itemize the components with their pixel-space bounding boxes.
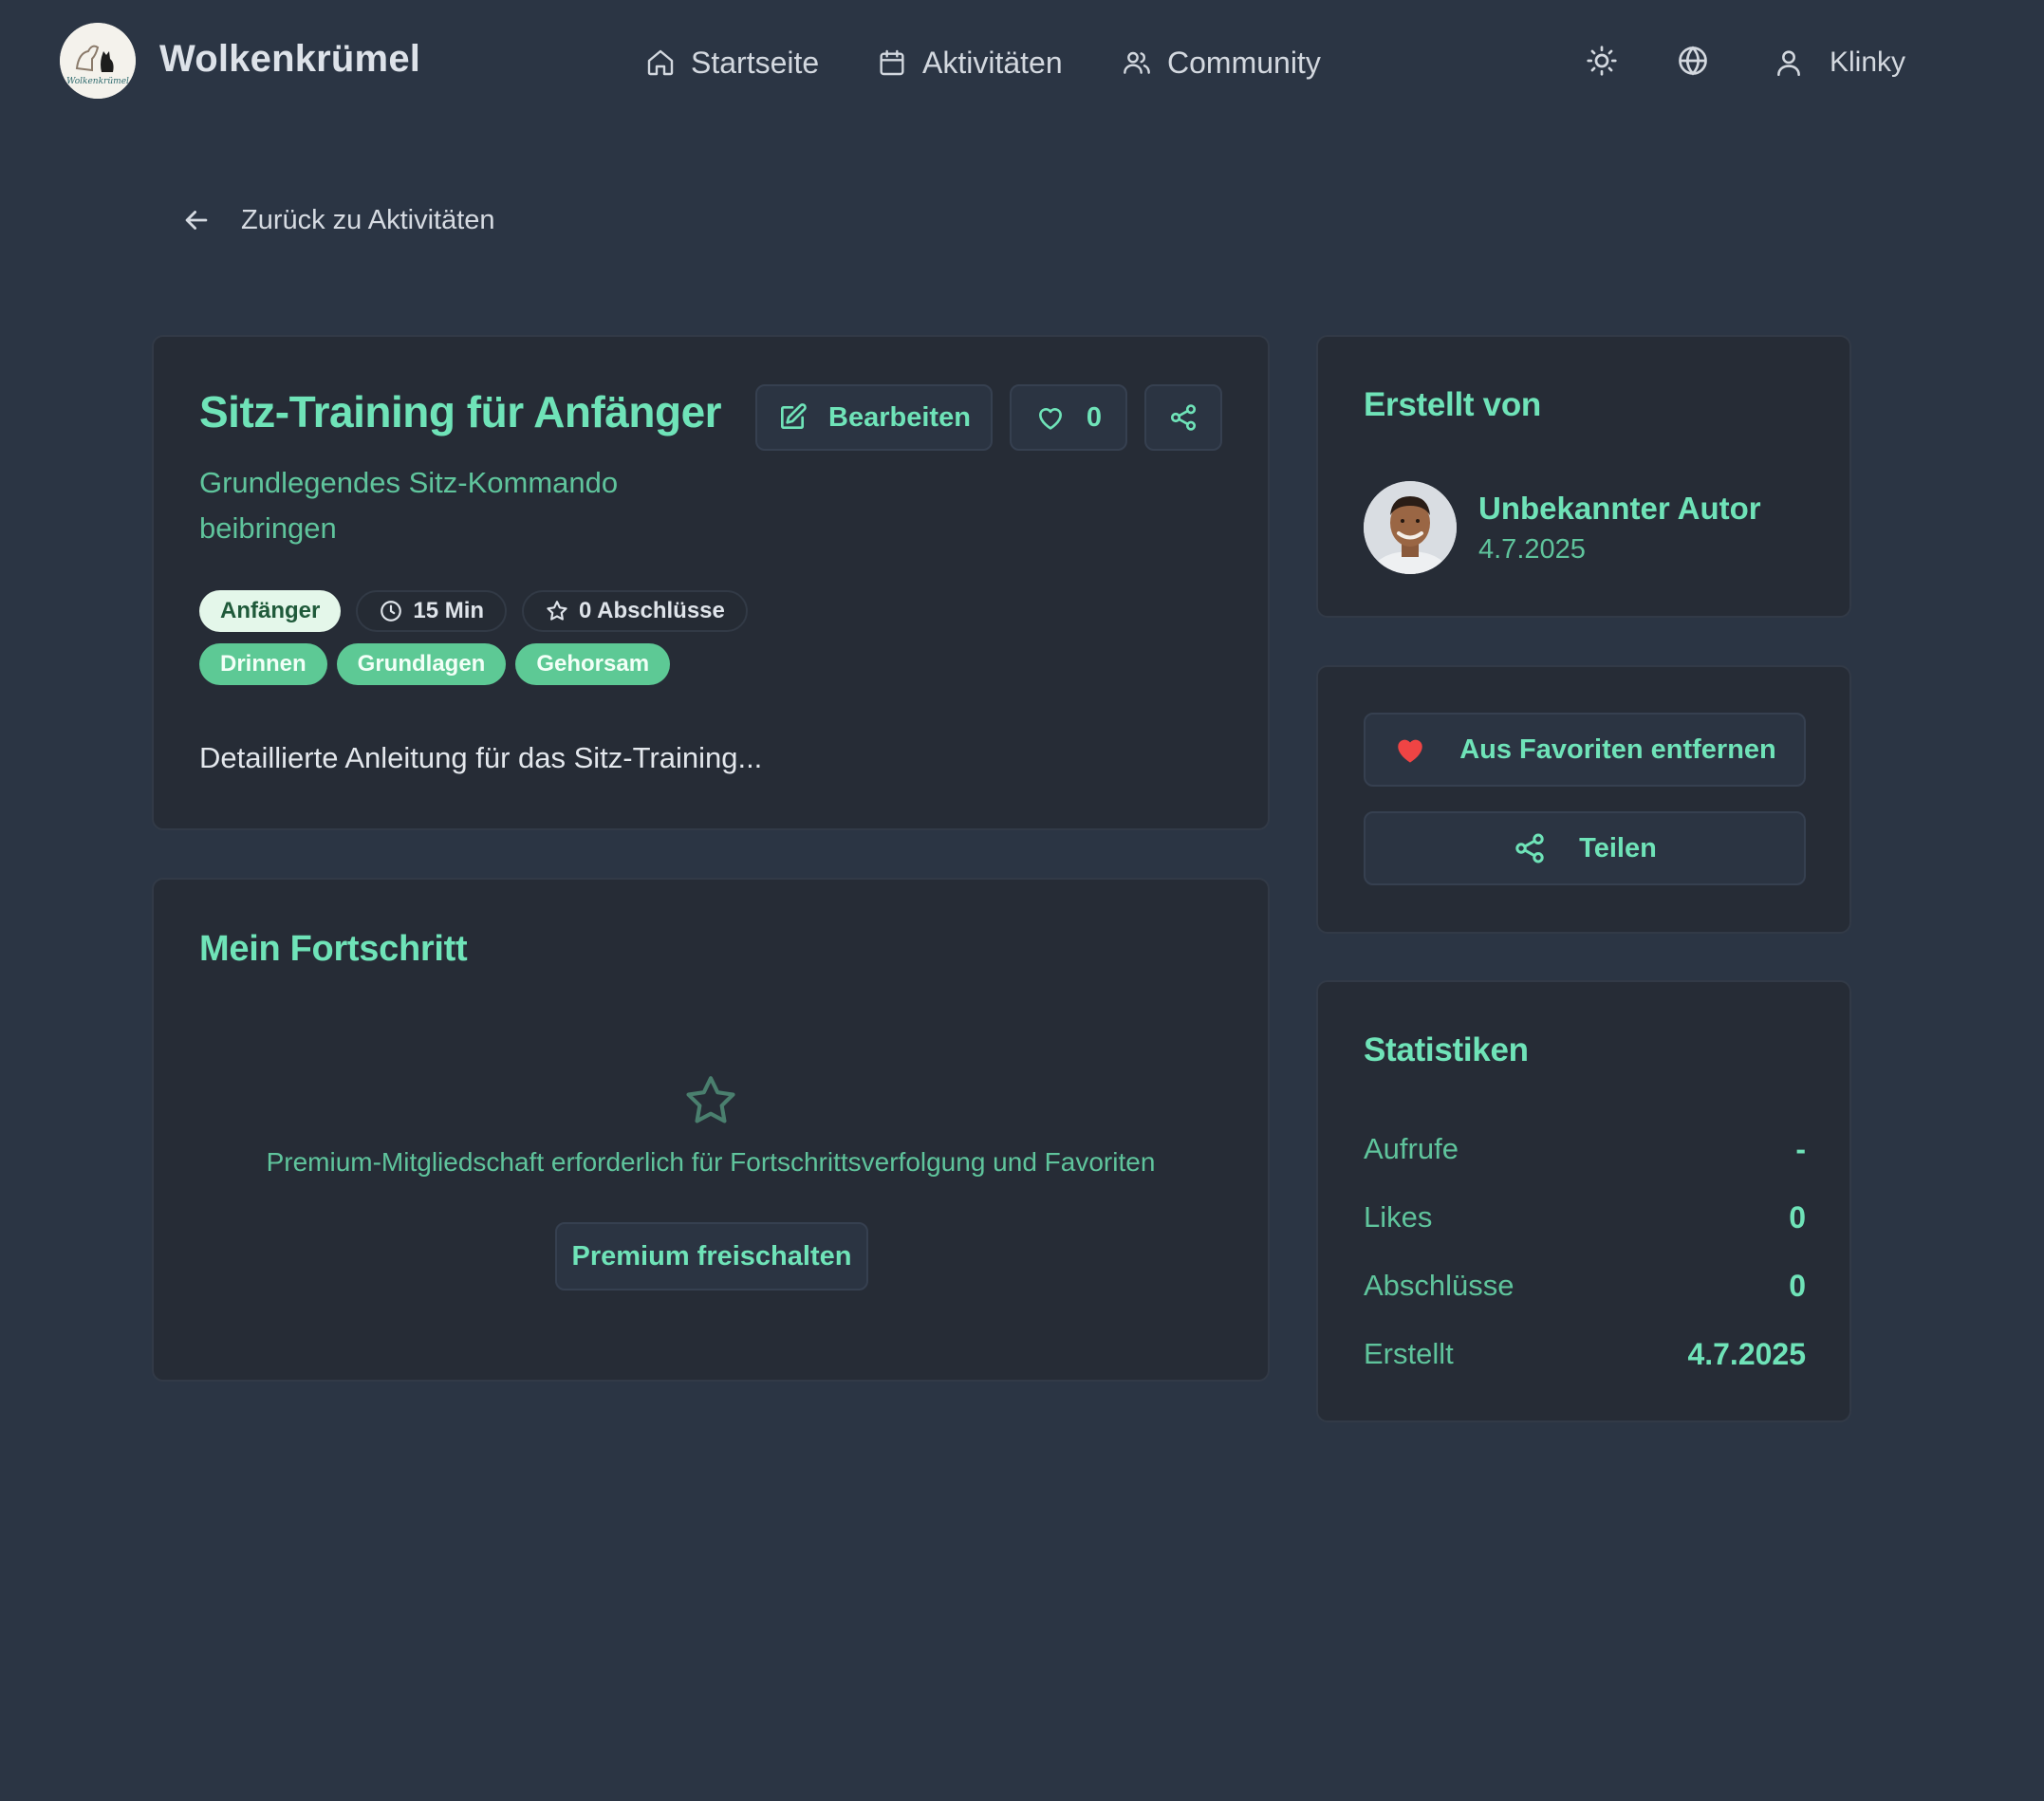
stat-value: 4.7.2025 xyxy=(1687,1336,1806,1371)
nav-label: Aktivitäten xyxy=(922,45,1063,80)
tag-badge: Gehorsam xyxy=(515,643,671,685)
meta-badges: Anfänger 15 Min 0 Abschlüsse xyxy=(199,590,748,632)
tag-badge: Drinnen xyxy=(199,643,327,685)
activity-description: Detaillierte Anleitung für das Sitz-Trai… xyxy=(199,741,763,774)
heart-outline-icon xyxy=(1038,408,1062,430)
share-icon-button[interactable] xyxy=(1144,384,1222,451)
completions-text: 0 Abschlüsse xyxy=(579,598,725,623)
author-section-title: Erstellt von xyxy=(1364,386,1542,423)
heart-filled-icon xyxy=(1398,739,1422,763)
back-link-label: Zurück zu Aktivitäten xyxy=(241,204,495,235)
user-name: Klinky xyxy=(1830,46,1906,78)
like-count: 0 xyxy=(1086,401,1103,433)
favorite-button-label: Aus Favoriten entfernen xyxy=(1459,733,1776,765)
back-to-activities-link[interactable]: Zurück zu Aktivitäten xyxy=(180,201,495,239)
nav-startseite[interactable]: Startseite xyxy=(645,42,819,84)
tag-list: Drinnen Grundlagen Gehorsam xyxy=(199,643,671,685)
progress-title: Mein Fortschritt xyxy=(199,929,468,969)
stat-row-completions: Abschlüsse 0 xyxy=(1364,1265,1806,1307)
premium-required-text: Premium-Mitgliedschaft erforderlich für … xyxy=(266,1147,1156,1177)
home-icon xyxy=(647,49,674,76)
clock-icon xyxy=(381,601,402,622)
stat-value: 0 xyxy=(1789,1268,1806,1303)
stat-label: Aufrufe xyxy=(1364,1132,1459,1165)
stat-row-created: Erstellt 4.7.2025 xyxy=(1364,1333,1806,1375)
stat-label: Abschlüsse xyxy=(1364,1269,1514,1302)
stat-label: Likes xyxy=(1364,1200,1433,1234)
svg-text:Wolkenkrümel: Wolkenkrümel xyxy=(66,77,129,86)
top-navbar: Wolkenkrümel Wolkenkrümel Startseite Akt… xyxy=(0,0,2044,123)
stat-value: - xyxy=(1795,1131,1806,1166)
share-icon xyxy=(1170,404,1197,431)
author-date: 4.7.2025 xyxy=(1478,534,1586,565)
activity-subtitle: Grundlegendes Sitz-Kommando beibringen xyxy=(199,466,619,545)
arrow-left-icon xyxy=(185,211,208,230)
theme-toggle-button[interactable] xyxy=(1585,44,1619,78)
unlock-premium-button[interactable]: Premium freischalten xyxy=(555,1222,868,1290)
user-menu-button[interactable]: Klinky xyxy=(1773,42,1905,84)
statistics-card: Statistiken Aufrufe - Likes 0 Abschlüsse… xyxy=(1316,980,1851,1422)
nav-community[interactable]: Community xyxy=(1122,42,1321,84)
stat-value: 0 xyxy=(1789,1199,1806,1235)
author-name[interactable]: Unbekannter Autor xyxy=(1478,491,1761,527)
remove-favorite-button[interactable]: Aus Favoriten entfernen xyxy=(1364,713,1806,787)
tag-badge: Grundlagen xyxy=(336,643,507,685)
dog-cat-logo-icon: Wolkenkrümel xyxy=(60,23,136,99)
globe-icon xyxy=(1679,46,1707,76)
nav-aktivitaeten[interactable]: Aktivitäten xyxy=(877,42,1063,84)
brand-name[interactable]: Wolkenkrümel xyxy=(159,38,420,81)
users-icon xyxy=(1124,51,1150,74)
nav-label: Startseite xyxy=(691,45,820,80)
calendar-icon xyxy=(880,49,904,76)
avatar[interactable] xyxy=(1364,481,1457,574)
edit-button-label: Bearbeiten xyxy=(828,401,971,433)
nav-label: Community xyxy=(1167,45,1321,80)
activity-detail-card: Sitz-Training für Anfänger Grundlegendes… xyxy=(152,335,1270,830)
stat-label: Erstellt xyxy=(1364,1337,1454,1370)
actions-card: Aus Favoriten entfernen Teilen xyxy=(1316,665,1851,934)
star-outline-icon xyxy=(686,1076,735,1123)
duration-text: 15 Min xyxy=(413,598,485,623)
share-icon xyxy=(1515,833,1544,863)
brand-logo[interactable]: Wolkenkrümel xyxy=(60,23,136,99)
like-button[interactable]: 0 xyxy=(1010,384,1127,451)
activity-title: Sitz-Training für Anfänger xyxy=(199,387,722,436)
statistics-title: Statistiken xyxy=(1364,1031,1529,1068)
level-badge: Anfänger xyxy=(199,590,342,632)
edit-button[interactable]: Bearbeiten xyxy=(755,384,993,451)
progress-card: Mein Fortschritt Premium-Mitgliedschaft … xyxy=(152,878,1270,1382)
share-button[interactable]: Teilen xyxy=(1364,811,1806,885)
share-button-label: Teilen xyxy=(1579,832,1657,863)
language-button[interactable] xyxy=(1676,44,1710,78)
author-avatar-icon xyxy=(1364,481,1457,574)
edit-icon xyxy=(781,403,807,429)
duration-badge: 15 Min xyxy=(356,590,508,632)
completions-badge: 0 Abschlüsse xyxy=(522,590,748,632)
stat-row-views: Aufrufe - xyxy=(1364,1128,1806,1170)
star-icon xyxy=(547,601,567,621)
stat-row-likes: Likes 0 xyxy=(1364,1197,1806,1238)
author-card: Erstellt von Unbekannter Autor 4.7.2025 xyxy=(1316,335,1851,618)
sun-icon xyxy=(1587,46,1617,76)
user-icon xyxy=(1777,50,1800,77)
